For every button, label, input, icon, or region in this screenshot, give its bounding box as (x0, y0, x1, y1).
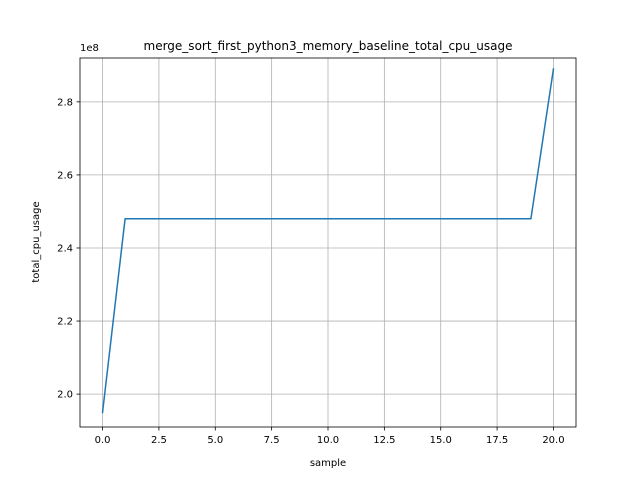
y-offset-text: 1e8 (80, 43, 99, 54)
chart-title: merge_sort_first_python3_memory_baseline… (144, 39, 513, 53)
x-tick-label: 12.5 (373, 435, 395, 446)
x-tick-label: 5.0 (207, 435, 223, 446)
x-tick-label: 15.0 (430, 435, 452, 446)
x-tick-label: 2.5 (151, 435, 167, 446)
line-chart: merge_sort_first_python3_memory_baseline… (31, 39, 577, 469)
x-tick-label: 20.0 (542, 435, 564, 446)
x-axis-label: sample (310, 458, 346, 469)
grid (80, 58, 576, 427)
y-tick-label: 2.0 (57, 390, 73, 401)
y-tick-label: 2.4 (57, 243, 73, 254)
x-tick-label: 10.0 (317, 435, 339, 446)
y-tick-label: 2.2 (57, 317, 73, 328)
y-tick-label: 2.6 (57, 170, 73, 181)
x-tick-label: 17.5 (486, 435, 508, 446)
y-axis-label: total_cpu_usage (31, 201, 42, 282)
x-tick-label: 7.5 (264, 435, 280, 446)
x-tick-label: 0.0 (95, 435, 111, 446)
y-tick-label: 2.8 (57, 97, 73, 108)
axis-ticks: 0.0 2.5 5.0 7.5 10.0 12.5 15.0 17.5 20.0 2.0 2.2 2.… (57, 97, 564, 446)
